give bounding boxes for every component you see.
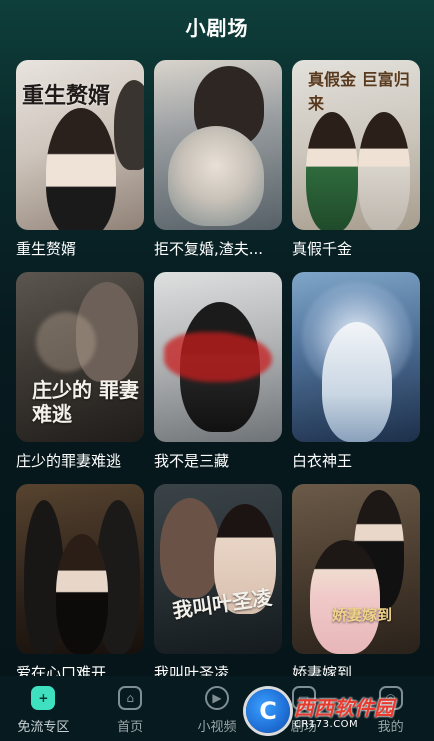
poster-light	[36, 312, 96, 372]
drama-poster[interactable]: 娇妻嫁到	[292, 484, 420, 654]
drama-card[interactable]: 我叫叶圣凌 我叫叶圣凌	[154, 484, 282, 696]
poster-figure	[306, 112, 358, 230]
drama-title[interactable]: 我不是三藏	[154, 450, 282, 471]
tab-label: 小视频	[197, 720, 237, 735]
page-title: 小剧场	[185, 15, 249, 40]
poster-figure	[168, 126, 264, 226]
poster-figure	[114, 80, 144, 170]
poster-figure	[310, 540, 380, 654]
drama-poster[interactable]	[16, 484, 144, 654]
poster-figure	[358, 112, 410, 230]
watermark-text: 西西软件园 CR173.COM	[294, 692, 394, 730]
play-icon: ▶	[204, 686, 229, 710]
tab-short-video[interactable]: ▶ 小视频	[177, 686, 257, 735]
poster-figure	[322, 322, 392, 442]
tab-free-zone[interactable]: + 免流专区	[3, 686, 83, 735]
drama-title[interactable]: 真假千金	[292, 238, 420, 259]
watermark-name: 西西软件园	[294, 696, 394, 720]
drama-grid: 重生赘婿 重生赘婿 拒不复婚,渣夫... 真假金 巨富归来 真假千金 庄少的 罪…	[16, 60, 420, 696]
poster-figure	[46, 108, 116, 230]
poster-figure	[160, 498, 220, 598]
drama-title[interactable]: 白衣神王	[292, 450, 420, 471]
poster-title-text: 真假金 巨富归来	[308, 70, 410, 113]
poster-title-text: 娇妻嫁到	[332, 606, 393, 624]
plus-icon: +	[31, 686, 56, 710]
home-icon: ⌂	[118, 686, 143, 710]
drama-poster[interactable]	[154, 60, 282, 230]
drama-poster[interactable]	[292, 272, 420, 442]
drama-poster[interactable]: 我叫叶圣凌	[154, 484, 282, 654]
drama-poster[interactable]	[154, 272, 282, 442]
tab-label: 首页	[117, 720, 144, 735]
watermark-url: CR173.COM	[294, 719, 359, 730]
tab-home[interactable]: ⌂ 首页	[90, 686, 170, 735]
drama-card[interactable]: 拒不复婚,渣夫...	[154, 60, 282, 272]
drama-card[interactable]: 爱在心口难开	[16, 484, 144, 696]
drama-title[interactable]: 庄少的罪妻难逃	[16, 450, 144, 471]
drama-poster[interactable]: 庄少的 罪妻难逃	[16, 272, 144, 442]
drama-card[interactable]: 白衣神王	[292, 272, 420, 484]
drama-card[interactable]: 庄少的 罪妻难逃 庄少的罪妻难逃	[16, 272, 144, 484]
drama-poster[interactable]: 重生赘婿	[16, 60, 144, 230]
poster-title-text: 重生赘婿	[22, 83, 111, 109]
site-watermark: C 西西软件园 CR173.COM	[246, 688, 424, 734]
poster-red-sash	[164, 332, 272, 382]
tab-label: 免流专区	[17, 720, 70, 735]
drama-card[interactable]: 我不是三藏	[154, 272, 282, 484]
poster-title-text: 庄少的 罪妻难逃	[32, 378, 139, 426]
watermark-logo: C	[246, 689, 290, 733]
drama-card[interactable]: 重生赘婿 重生赘婿	[16, 60, 144, 272]
poster-figure	[56, 534, 108, 654]
drama-card[interactable]: 真假金 巨富归来 真假千金	[292, 60, 420, 272]
drama-title[interactable]: 重生赘婿	[16, 238, 144, 259]
app-header: 小剧场	[0, 0, 434, 52]
drama-title[interactable]: 拒不复婚,渣夫...	[154, 238, 282, 259]
drama-card[interactable]: 娇妻嫁到 娇妻嫁到	[292, 484, 420, 696]
drama-poster[interactable]: 真假金 巨富归来	[292, 60, 420, 230]
